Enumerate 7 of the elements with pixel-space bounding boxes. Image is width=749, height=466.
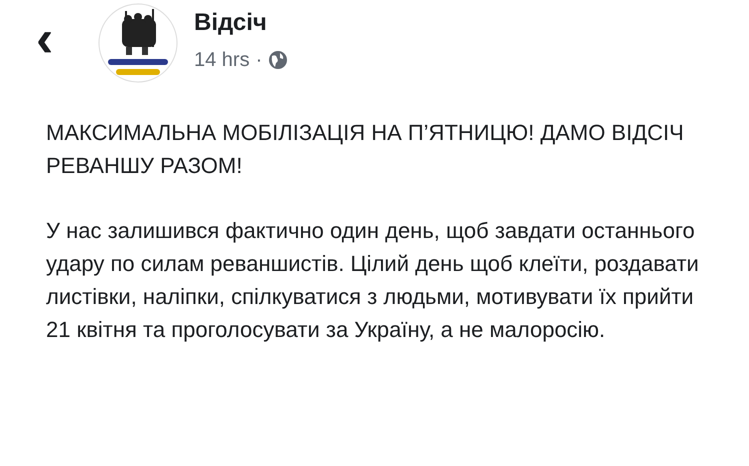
post-paragraph: У нас залишився фактично один день, щоб завдати останнього удару по силам реваншистів. Цілий день щоб клеїти, роздавати листівки, наліпки, спілкуватися з людьми, мотивувати їх прийти 21 квітня та проголосувати за Україну, а не малоросію. [46,217,700,344]
post-paragraph: МАКСИМАЛЬНА МОБІЛІЗАЦІЯ НА П’ЯТНИЦЮ! ДАМО ВІДСІЧ РЕВАНШУ РАЗОМ! [46,119,685,180]
globe-icon [268,50,288,70]
post-time: 14 hrs [194,48,250,73]
back-button[interactable]: ‹ [36,13,98,65]
page-name[interactable]: Відсіч [194,7,288,39]
separator-dot: · [256,48,262,73]
